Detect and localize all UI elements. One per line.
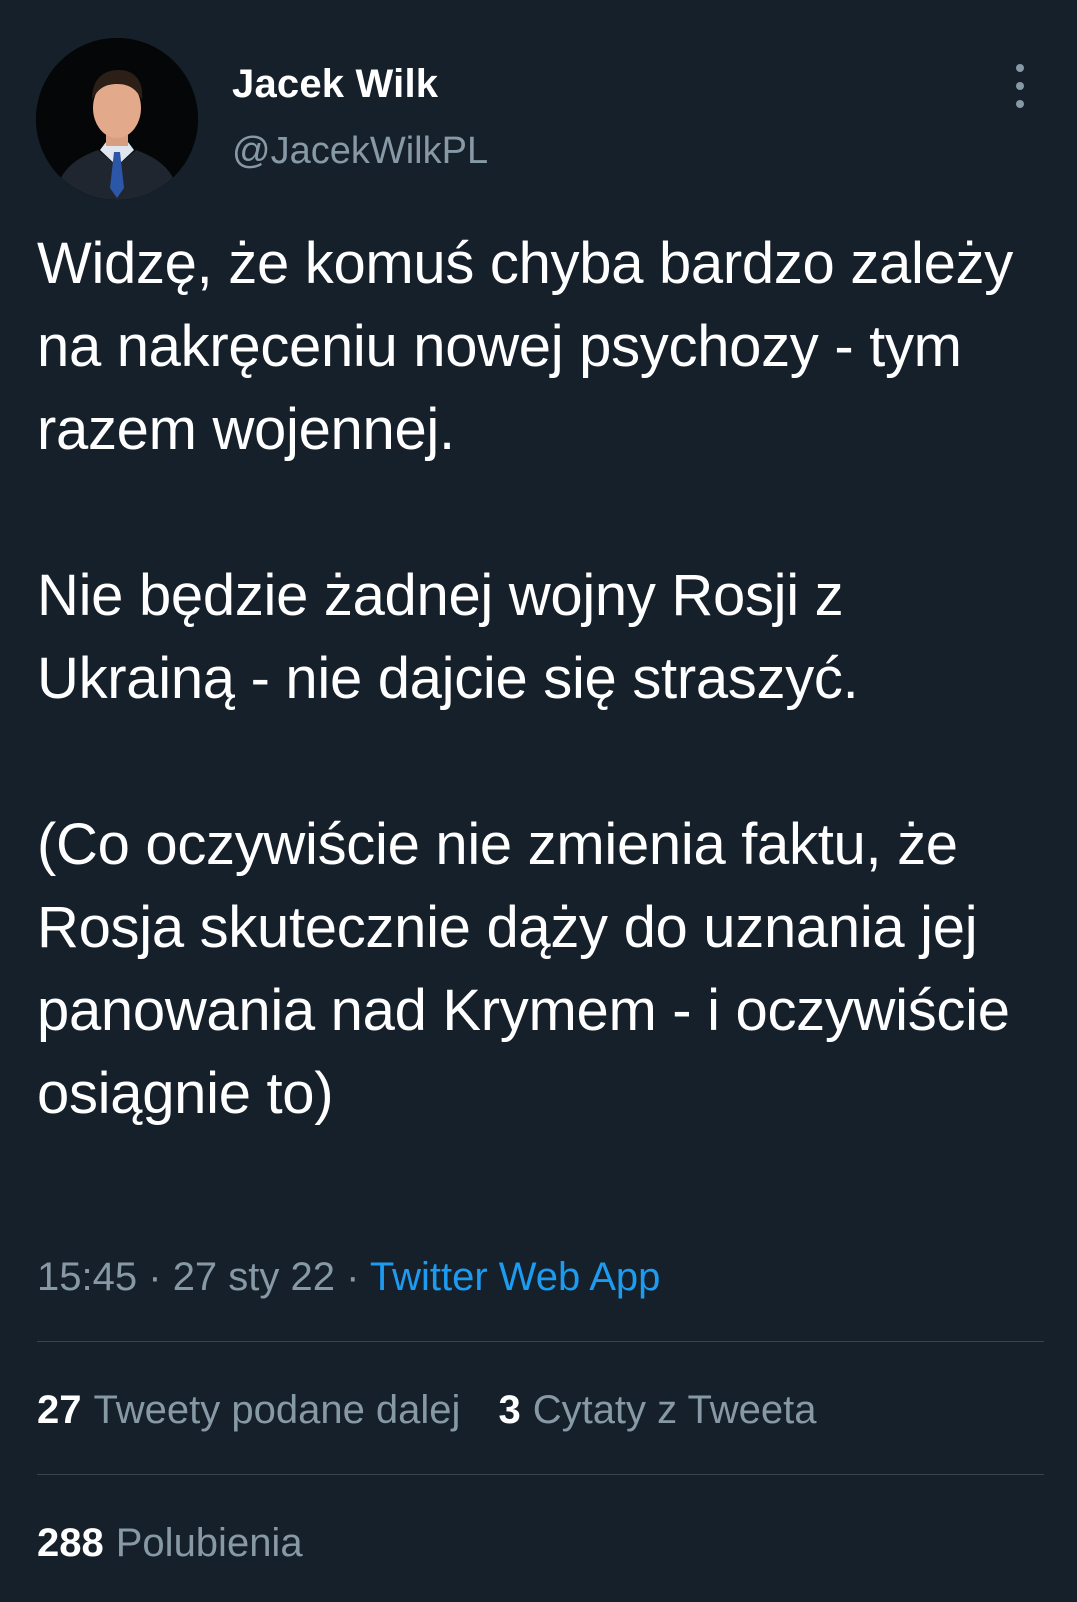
divider: [37, 1474, 1044, 1475]
retweets-count: 27: [37, 1388, 82, 1432]
avatar[interactable]: [36, 38, 198, 200]
author-handle[interactable]: @JacekWilkPL: [232, 130, 488, 173]
quotes-count: 3: [498, 1388, 521, 1432]
tweet-date[interactable]: 27 sty 22: [173, 1255, 335, 1299]
likes-count: 288: [37, 1521, 104, 1565]
engagement-stats: 27 Tweety podane dalej 3 Cytaty z Tweeta: [37, 1388, 817, 1433]
retweets-label: Tweety podane dalej: [93, 1388, 461, 1432]
retweets-stat[interactable]: 27 Tweety podane dalej: [37, 1388, 460, 1432]
quotes-stat[interactable]: 3 Cytaty z Tweeta: [498, 1388, 816, 1432]
tweet-detail: Jacek Wilk @JacekWilkPL Widzę, że komuś …: [0, 0, 1077, 1602]
likes-row: 288 Polubienia: [37, 1521, 303, 1566]
tweet-paragraph: (Co oczywiście nie zmienia faktu, że Ros…: [37, 812, 1010, 1126]
tweet-time[interactable]: 15:45: [37, 1255, 137, 1299]
meta-separator: ·: [148, 1255, 162, 1299]
likes-label: Polubienia: [115, 1521, 303, 1565]
tweet-text: Widzę, że komuś chyba bardzo zależy na n…: [37, 222, 1047, 1135]
tweet-paragraph: Nie będzie żadnej wojny Rosji z Ukrainą …: [37, 563, 859, 711]
profile-photo: [36, 38, 198, 200]
meta-separator: ·: [346, 1255, 360, 1299]
likes-stat[interactable]: 288 Polubienia: [37, 1521, 303, 1565]
divider: [37, 1341, 1044, 1342]
tweet-source-link[interactable]: Twitter Web App: [370, 1255, 661, 1299]
tweet-metadata: 15:45 · 27 sty 22 · Twitter Web App: [37, 1255, 660, 1300]
tweet-paragraph: Widzę, że komuś chyba bardzo zależy na n…: [37, 231, 1013, 462]
author-name[interactable]: Jacek Wilk: [232, 62, 438, 107]
quotes-label: Cytaty z Tweeta: [532, 1388, 817, 1432]
more-vertical-icon[interactable]: [1000, 64, 1040, 108]
